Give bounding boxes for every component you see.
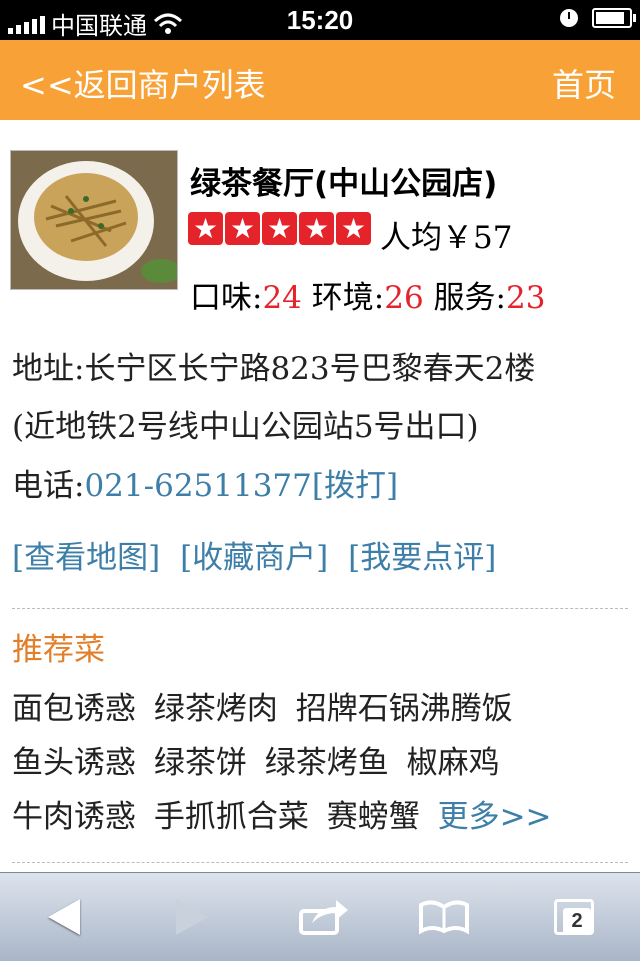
back-button[interactable] xyxy=(34,895,94,939)
more-dishes-link[interactable]: 更多>> xyxy=(438,799,552,835)
address-block: 地址:长宁区长宁路823号巴黎春天2楼 (近地铁2号线中山公园站5号出口) xyxy=(12,340,632,456)
star-icon: ★ xyxy=(299,212,334,245)
star-icon: ★ xyxy=(188,212,223,245)
divider xyxy=(12,862,628,863)
address-label: 地址: xyxy=(12,351,85,387)
score-row: 口味:24 环境:26 服务:23 xyxy=(190,272,545,317)
browser-toolbar: 2 xyxy=(0,872,640,961)
phone-number-link[interactable]: 021-62511377 xyxy=(84,468,311,504)
service-score: 23 xyxy=(505,280,546,316)
nav-bar: <<返回商户列表 首页 xyxy=(0,40,640,120)
recommended-dishes: 面包诱惑 绿茶烤肉 招牌石锅沸腾饭 鱼头诱惑 绿茶饼 绿茶烤鱼 椒麻鸡 牛肉诱惑… xyxy=(12,682,632,844)
taste-label: 口味: xyxy=(190,280,263,316)
dish-image-icon xyxy=(11,151,177,289)
dish-item[interactable]: 手抓抓合菜 xyxy=(154,799,309,835)
dish-item[interactable]: 赛螃蟹 xyxy=(327,799,420,835)
service-label: 服务: xyxy=(433,280,506,316)
write-review-link[interactable]: [我要点评] xyxy=(348,540,496,576)
status-right xyxy=(560,8,636,28)
star-icon: ★ xyxy=(262,212,297,245)
book-icon xyxy=(419,900,469,935)
forward-button[interactable] xyxy=(162,895,222,939)
dish-item[interactable]: 牛肉诱惑 xyxy=(12,799,136,835)
dish-item[interactable]: 绿茶烤肉 xyxy=(154,691,278,727)
dish-item[interactable]: 面包诱惑 xyxy=(12,691,136,727)
battery-icon xyxy=(592,8,636,28)
forward-arrow-icon xyxy=(176,899,208,935)
phone-label: 电话: xyxy=(12,468,85,504)
dish-item[interactable]: 绿茶烤鱼 xyxy=(265,745,389,781)
action-links: [查看地图] [收藏商户] [我要点评] xyxy=(12,532,506,577)
tabs-count: 2 xyxy=(563,908,591,934)
share-icon xyxy=(299,900,348,935)
home-link[interactable]: 首页 xyxy=(552,60,616,106)
recommend-title: 推荐菜 xyxy=(12,632,105,668)
star-rating: ★ ★ ★ ★ ★ xyxy=(188,212,371,245)
phone-row: 电话:021-62511377[拨打] xyxy=(12,460,398,505)
divider xyxy=(12,608,628,609)
favorite-shop-link[interactable]: [收藏商户] xyxy=(180,540,328,576)
back-arrow-icon xyxy=(48,899,80,935)
back-to-list-link[interactable]: <<返回商户列表 xyxy=(20,60,266,106)
view-map-link[interactable]: [查看地图] xyxy=(12,540,160,576)
status-bar: 中国联通 15:20 xyxy=(0,0,640,40)
dish-item[interactable]: 椒麻鸡 xyxy=(407,745,500,781)
shop-name: 绿茶餐厅(中山公园店) xyxy=(190,166,498,202)
status-time: 15:20 xyxy=(286,5,354,35)
env-label: 环境: xyxy=(311,280,385,316)
alarm-clock-icon xyxy=(560,9,578,27)
tabs-icon: 2 xyxy=(554,899,594,935)
tabs-button[interactable]: 2 xyxy=(544,895,604,939)
call-link[interactable]: [拨打] xyxy=(312,468,398,504)
address-line1: 长宁区长宁路823号巴黎春天2楼 xyxy=(84,351,536,387)
shop-photo[interactable] xyxy=(10,150,178,290)
star-icon: ★ xyxy=(225,212,260,245)
dish-item[interactable]: 绿茶饼 xyxy=(154,745,247,781)
dish-item[interactable]: 鱼头诱惑 xyxy=(12,745,136,781)
env-score: 26 xyxy=(384,280,424,316)
address-line2: (近地铁2号线中山公园站5号出口) xyxy=(12,409,479,445)
dish-item[interactable]: 招牌石锅沸腾饭 xyxy=(296,691,513,727)
share-button[interactable] xyxy=(294,895,354,939)
taste-score: 24 xyxy=(262,280,302,316)
average-price: 人均￥57 xyxy=(380,220,513,256)
bookmarks-button[interactable] xyxy=(414,895,474,939)
star-icon: ★ xyxy=(336,212,371,245)
